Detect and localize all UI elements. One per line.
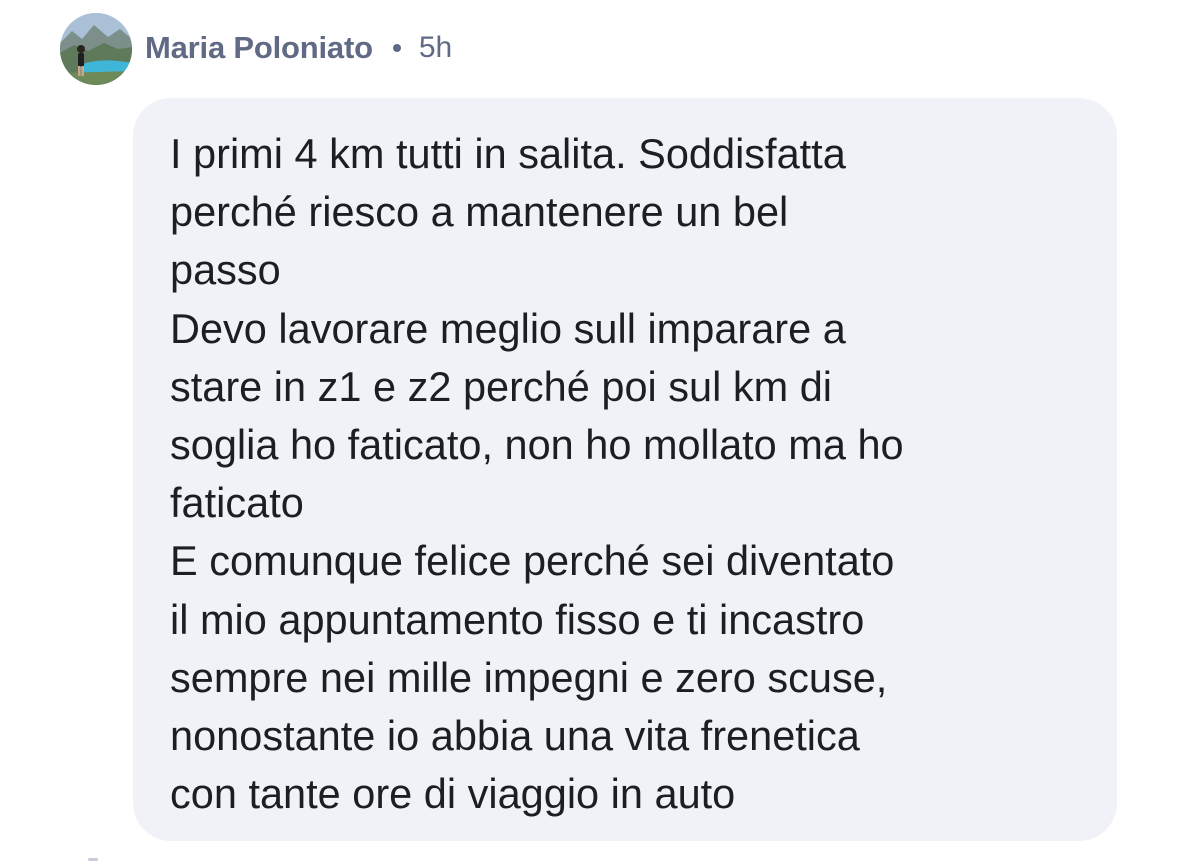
next-comment-edge (88, 858, 98, 861)
comment-text-line: sempre nei mille impegni e zero scuse, (170, 653, 888, 701)
separator-dot-icon (392, 44, 401, 52)
author-avatar[interactable] (60, 13, 132, 85)
comment-text-line: E comunque felice perché sei diventato (170, 537, 895, 585)
comment-text-line: perché riesco a mantenere un bel (170, 188, 789, 236)
author-name[interactable]: Maria Poloniato (145, 30, 373, 66)
comment-text-line: passo (170, 246, 281, 294)
comment-text: I primi 4 km tutti in salita. Soddisfatt… (170, 125, 1100, 823)
comment: Maria Poloniato 5h I primi 4 km tutti in… (0, 0, 1179, 867)
comment-text-line: faticato (170, 479, 304, 527)
comment-text-line: nonostante io abbia una vita frenetica (170, 712, 860, 760)
comment-text-line: Devo lavorare meglio sull imparare a (170, 304, 846, 352)
comment-text-line: il mio appuntamento fisso e ti incastro (170, 595, 865, 643)
comment-header: Maria Poloniato 5h (145, 28, 452, 68)
comment-text-line: stare in z1 e z2 perché poi sul km di (170, 362, 833, 410)
comment-text-line: con tante ore di viaggio in auto (170, 770, 736, 818)
comment-bubble: I primi 4 km tutti in salita. Soddisfatt… (133, 98, 1117, 841)
comment-text-line: I primi 4 km tutti in salita. Soddisfatt… (170, 130, 846, 177)
comment-timestamp[interactable]: 5h (419, 31, 452, 65)
profile-photo-avatar-icon (60, 13, 132, 85)
comment-text-line: soglia ho faticato, non ho mollato ma ho (170, 421, 904, 469)
